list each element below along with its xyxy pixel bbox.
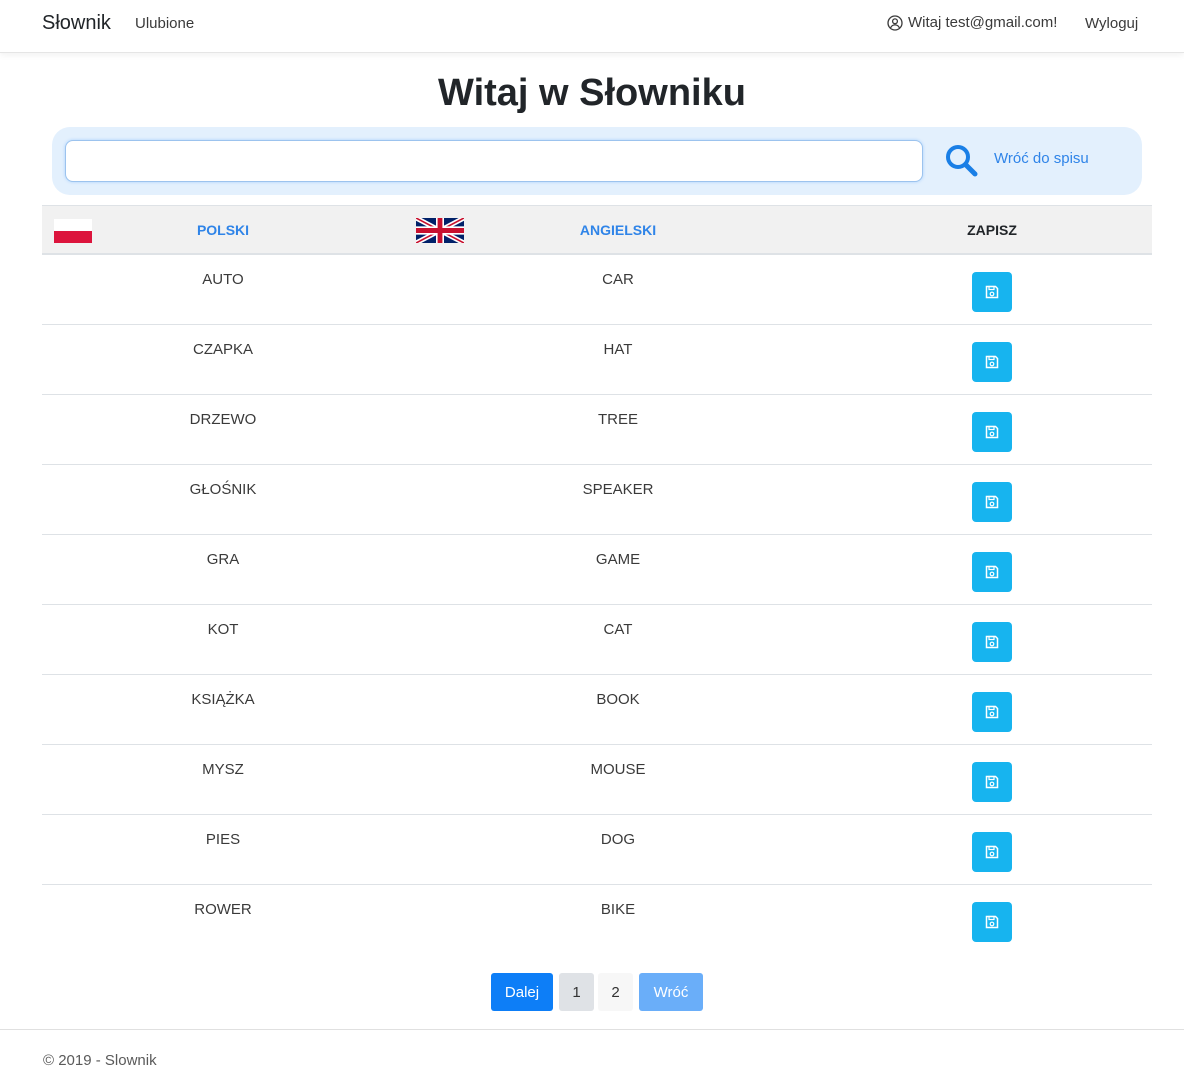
polish-word: PIES <box>205 831 241 848</box>
table-row: CZAPKA HAT <box>42 325 1152 395</box>
save-button[interactable] <box>972 272 1012 312</box>
polish-word: CZAPKA <box>192 341 253 358</box>
save-column-header: ZAPISZ <box>967 222 1017 238</box>
table-header: POLSKI ANGIELSKI ZAPISZ <box>42 205 1152 255</box>
save-button[interactable] <box>972 482 1012 522</box>
save-button[interactable] <box>972 762 1012 802</box>
save-button[interactable] <box>972 622 1012 662</box>
brand-link[interactable]: Słownik <box>42 12 111 35</box>
navbar: Słownik Ulubione Witaj test@gmail.com! W… <box>0 0 1184 53</box>
next-page-button[interactable]: Dalej <box>491 973 553 1011</box>
save-button[interactable] <box>972 832 1012 872</box>
english-word: SPEAKER <box>582 481 654 498</box>
user-greeting[interactable]: Witaj test@gmail.com! <box>887 14 1057 31</box>
polish-word: KOT <box>207 621 239 638</box>
table-row: DRZEWO TREE <box>42 395 1152 465</box>
save-button[interactable] <box>972 902 1012 942</box>
table-row: GŁOŚNIK SPEAKER <box>42 465 1152 535</box>
floppy-disk-icon <box>985 285 999 299</box>
logout-link[interactable]: Wyloguj <box>1085 15 1138 32</box>
english-word: CAT <box>603 621 633 638</box>
floppy-disk-icon <box>985 425 999 439</box>
english-word: HAT <box>603 341 633 358</box>
floppy-disk-icon <box>985 635 999 649</box>
back-to-list-link[interactable]: Wróć do spisu <box>994 150 1089 167</box>
user-greeting-text: Witaj test@gmail.com! <box>908 14 1058 31</box>
floppy-disk-icon <box>985 775 999 789</box>
english-word: BIKE <box>600 901 636 918</box>
english-word: CAR <box>602 271 634 288</box>
polish-word: MYSZ <box>202 761 244 778</box>
english-word: TREE <box>597 411 638 428</box>
search-icon[interactable] <box>944 143 978 177</box>
search-input[interactable] <box>65 140 923 182</box>
user-circle-icon <box>887 14 903 31</box>
polish-word: KSIĄŻKA <box>191 691 255 708</box>
floppy-disk-icon <box>985 845 999 859</box>
english-word: DOG <box>600 831 636 848</box>
save-button[interactable] <box>972 552 1012 592</box>
english-word: GAME <box>595 551 641 568</box>
table-row: ROWER BIKE <box>42 885 1152 955</box>
table-row: PIES DOG <box>42 815 1152 885</box>
poland-flag-icon <box>54 219 92 243</box>
english-word: MOUSE <box>590 761 646 778</box>
save-button[interactable] <box>972 412 1012 452</box>
english-column-header[interactable]: ANGIELSKI <box>557 222 679 238</box>
footer: © 2019 - Slownik <box>0 1029 1184 1091</box>
page-2-button[interactable]: 2 <box>598 973 633 1011</box>
polish-word: DRZEWO <box>189 411 257 428</box>
floppy-disk-icon <box>985 565 999 579</box>
floppy-disk-icon <box>985 705 999 719</box>
page-title: Witaj w Słowniku <box>438 72 746 114</box>
table-row: KSIĄŻKA BOOK <box>42 675 1152 745</box>
table-row: AUTO CAR <box>42 255 1152 325</box>
english-word: BOOK <box>596 691 640 708</box>
search-panel: Wróć do spisu <box>52 127 1142 195</box>
floppy-disk-icon <box>985 495 999 509</box>
table-row: GRA GAME <box>42 535 1152 605</box>
polish-word: GRA <box>206 551 240 568</box>
favorites-link[interactable]: Ulubione <box>135 15 194 32</box>
table-row: MYSZ MOUSE <box>42 745 1152 815</box>
page-1-button[interactable]: 1 <box>559 973 594 1011</box>
previous-page-button[interactable]: Wróć <box>639 973 703 1011</box>
floppy-disk-icon <box>985 915 999 929</box>
save-button[interactable] <box>972 692 1012 732</box>
copyright-text: © 2019 - Slownik <box>43 1052 157 1069</box>
polish-word: GŁOŚNIK <box>189 481 257 498</box>
polish-word: AUTO <box>202 271 244 288</box>
dictionary-table: POLSKI ANGIELSKI ZAPISZ AUTO CAR CZAPKA … <box>42 205 1152 955</box>
polish-word: ROWER <box>194 901 252 918</box>
floppy-disk-icon <box>985 355 999 369</box>
table-row: KOT CAT <box>42 605 1152 675</box>
save-button[interactable] <box>972 342 1012 382</box>
uk-flag-icon <box>416 218 464 243</box>
polish-column-header[interactable]: POLSKI <box>162 222 284 238</box>
